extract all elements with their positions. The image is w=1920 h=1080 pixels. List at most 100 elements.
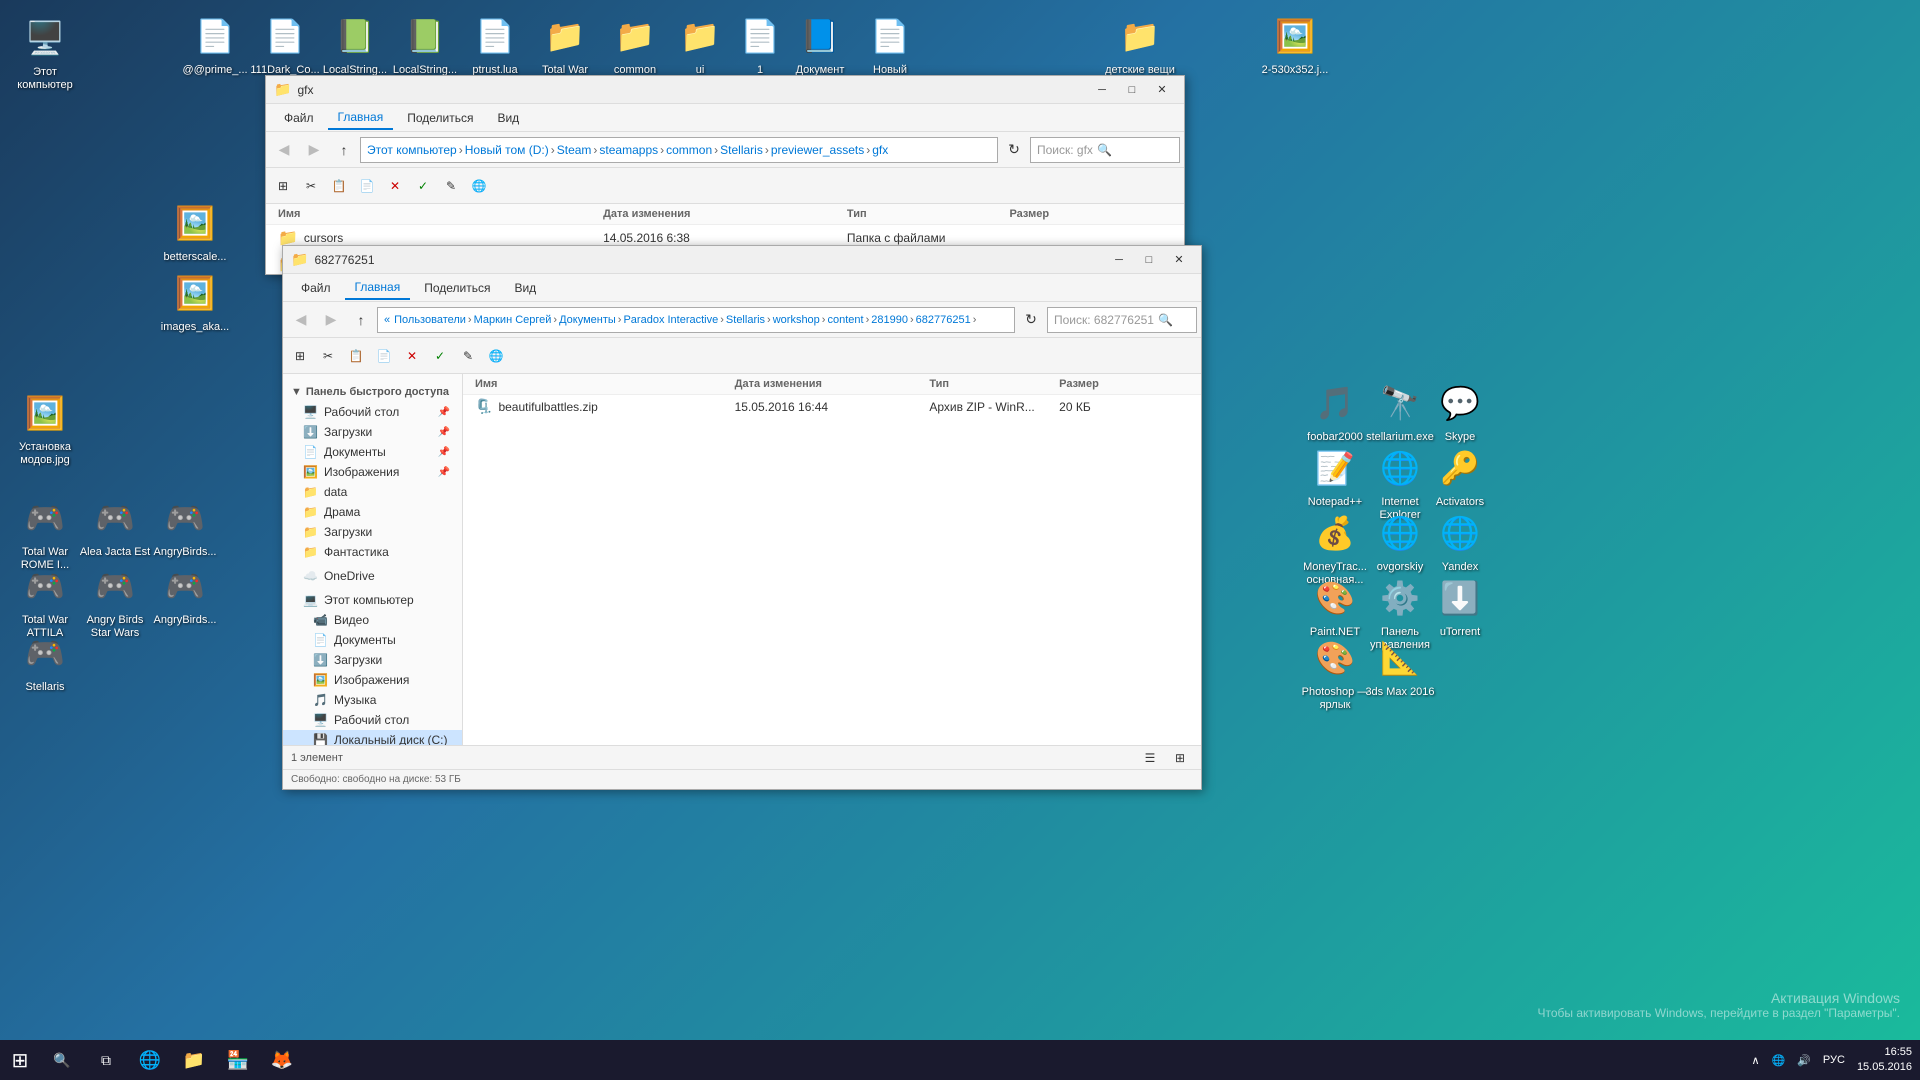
mod-back-button[interactable]: ◀ (287, 306, 315, 334)
sidebar-item-images[interactable]: 🖼️ Изображения 📌 (283, 462, 462, 482)
gfx-copy-btn[interactable]: 📋 (326, 173, 352, 199)
taskbar-clock[interactable]: 16:55 15.05.2016 (1857, 1045, 1920, 1076)
table-row[interactable]: 🗜️ beautifulbattles.zip 15.05.2016 16:44… (463, 395, 1201, 418)
gfx-view-btn[interactable]: ⊞ (270, 173, 296, 199)
desktop-icon-file1[interactable]: 📄 @@prime_... (175, 8, 255, 81)
sidebar-item-documents[interactable]: 📄 Документы 📌 (283, 442, 462, 462)
tray-up-arrow[interactable]: ∧ (1747, 1052, 1763, 1069)
desktop-icon-this-pc[interactable]: 🖥️ Этот компьютер (5, 10, 85, 96)
desktop-icon-images-aka[interactable]: 🖼️ images_aka... (155, 265, 235, 338)
desktop-icon-file4[interactable]: 📗 LocalString... (385, 8, 465, 81)
gfx-breadcrumb-4[interactable]: steamapps (599, 143, 658, 157)
mod-copy-btn[interactable]: 📋 (343, 343, 369, 369)
gfx-tab-share[interactable]: Поделиться (397, 107, 483, 129)
sidebar-item-rdeskop[interactable]: 🖥️ Рабочий стол (283, 710, 462, 730)
mod-up-button[interactable]: ↑ (347, 306, 375, 334)
gfx-rename-btn[interactable]: ✎ (438, 173, 464, 199)
gfx-up-button[interactable]: ↑ (330, 136, 358, 164)
gfx-forward-button[interactable]: ▶ (300, 136, 328, 164)
desktop-icon-file2[interactable]: 📄 111Dark_Co... (245, 8, 325, 81)
mod-tab-view[interactable]: Вид (504, 277, 546, 299)
desktop-icon-angrybirds2[interactable]: 🎮 AngryBirds... (145, 558, 225, 631)
mod-refresh-button[interactable]: ↻ (1017, 306, 1045, 334)
mod-paste-btn[interactable]: 📄 (371, 343, 397, 369)
gfx-breadcrumb-3[interactable]: Steam (557, 143, 592, 157)
sidebar-item-dl[interactable]: ⬇️ Загрузки (283, 650, 462, 670)
mod-tab-home[interactable]: Главная (345, 276, 411, 300)
taskbar-task-view-button[interactable]: ⧉ (84, 1040, 128, 1080)
gfx-search-box[interactable]: Поиск: gfx 🔍 (1030, 137, 1180, 163)
mod-delete-btn[interactable]: ✕ (399, 343, 425, 369)
gfx-breadcrumb-2[interactable]: Новый том (D:) (465, 143, 549, 157)
sidebar-item-data[interactable]: 📁 data (283, 482, 462, 502)
desktop-icon-ustanovka[interactable]: 🖼️ Установка модов.jpg (5, 385, 85, 471)
desktop-icon-file3[interactable]: 📗 LocalString... (315, 8, 395, 81)
desktop-icon-file5[interactable]: 📄 ptrust.lua (455, 8, 535, 81)
mod-tab-file[interactable]: Файл (291, 277, 341, 299)
mod-bc-6[interactable]: Stellaris (726, 314, 765, 326)
tray-language[interactable]: РУС (1819, 1052, 1849, 1068)
mod-tile-view[interactable]: ⊞ (1167, 745, 1193, 771)
mod-minimize-button[interactable]: ─ (1105, 250, 1133, 270)
mod-view-btn[interactable]: ⊞ (287, 343, 313, 369)
gfx-tab-view[interactable]: Вид (487, 107, 529, 129)
gfx-paste-btn[interactable]: 📄 (354, 173, 380, 199)
taskbar-browser-button[interactable]: 🦊 (260, 1040, 304, 1080)
mod-bc-8[interactable]: content (827, 314, 863, 326)
mod-globe-btn[interactable]: 🌐 (483, 343, 509, 369)
gfx-globe-btn[interactable]: 🌐 (466, 173, 492, 199)
sidebar-item-desktop[interactable]: 🖥️ Рабочий стол 📌 (283, 402, 462, 422)
gfx-maximize-button[interactable]: □ (1118, 80, 1146, 100)
tray-network[interactable]: 🌐 (1768, 1052, 1790, 1069)
taskbar-store-button[interactable]: 🏪 (216, 1040, 260, 1080)
gfx-breadcrumb-6[interactable]: Stellaris (720, 143, 763, 157)
gfx-address-bar[interactable]: Этот компьютер › Новый том (D:) › Steam … (360, 137, 998, 163)
mod-bc-3[interactable]: Маркин Сергей (474, 314, 552, 326)
desktop-icon-activators[interactable]: 🔑 Activators (1420, 440, 1500, 513)
gfx-breadcrumb-7[interactable]: previewer_assets (771, 143, 864, 157)
sidebar-item-fantasy[interactable]: 📁 Фантастика (283, 542, 462, 562)
taskbar-edge-button[interactable]: 🌐 (128, 1040, 172, 1080)
sidebar-item-downloads2[interactable]: 📁 Загрузки (283, 522, 462, 542)
mod-check-btn[interactable]: ✓ (427, 343, 453, 369)
mod-bc-7[interactable]: workshop (773, 314, 820, 326)
mod-forward-button[interactable]: ▶ (317, 306, 345, 334)
gfx-close-button[interactable]: ✕ (1148, 80, 1176, 100)
mod-bc-2[interactable]: Пользователи (394, 314, 466, 326)
sidebar-item-music[interactable]: 🎵 Музыка (283, 690, 462, 710)
mod-tab-share[interactable]: Поделиться (414, 277, 500, 299)
taskbar-search-button[interactable]: 🔍 (40, 1040, 84, 1080)
sidebar-item-video[interactable]: 📹 Видео (283, 610, 462, 630)
mod-detail-view[interactable]: ☰ (1137, 745, 1163, 771)
sidebar-item-drama[interactable]: 📁 Драма (283, 502, 462, 522)
tray-volume[interactable]: 🔊 (1793, 1052, 1815, 1069)
desktop-icon-skype[interactable]: 💬 Skype (1420, 375, 1500, 448)
desktop-icon-angry-sw[interactable]: 🎮 Angry Birds Star Wars (75, 558, 155, 644)
mod-cut-btn[interactable]: ✂ (315, 343, 341, 369)
desktop-icon-3dsmax[interactable]: 📐 3ds Max 2016 (1360, 630, 1440, 703)
gfx-tab-home[interactable]: Главная (328, 106, 394, 130)
gfx-cut-btn[interactable]: ✂ (298, 173, 324, 199)
mod-search-box[interactable]: Поиск: 682776251 🔍 (1047, 307, 1197, 333)
mod-address-bar[interactable]: « Пользователи › Маркин Сергей › Докумен… (377, 307, 1015, 333)
sidebar-item-downloads[interactable]: ⬇️ Загрузки 📌 (283, 422, 462, 442)
gfx-titlebar[interactable]: 📁 gfx ─ □ ✕ (266, 76, 1184, 104)
sidebar-item-cdrive[interactable]: 💾 Локальный диск (C:) (283, 730, 462, 745)
desktop-icon-stellaris[interactable]: 🎮 Stellaris (5, 625, 85, 698)
gfx-check-btn[interactable]: ✓ (410, 173, 436, 199)
desktop-icon-baby[interactable]: 📁 детские вещи (1100, 8, 1180, 81)
taskbar-explorer-button[interactable]: 📁 (172, 1040, 216, 1080)
gfx-breadcrumb-8[interactable]: gfx (872, 143, 888, 157)
desktop-icon-alea[interactable]: 🎮 Alea Jacta Est (75, 490, 155, 563)
mod-bc-5[interactable]: Paradox Interactive (623, 314, 718, 326)
gfx-breadcrumb-5[interactable]: common (666, 143, 712, 157)
mod-bc-10[interactable]: 682776251 (916, 314, 971, 326)
desktop-icon-angrybirds1[interactable]: 🎮 AngryBirds... (145, 490, 225, 563)
gfx-breadcrumb-1[interactable]: Этот компьютер (367, 143, 457, 157)
desktop-icon-betterscale[interactable]: 🖼️ betterscale... (155, 195, 235, 268)
sidebar-item-thispc[interactable]: 💻 Этот компьютер (283, 590, 462, 610)
gfx-delete-btn[interactable]: ✕ (382, 173, 408, 199)
sidebar-item-pics[interactable]: 🖼️ Изображения (283, 670, 462, 690)
mod-maximize-button[interactable]: □ (1135, 250, 1163, 270)
gfx-tab-file[interactable]: Файл (274, 107, 324, 129)
